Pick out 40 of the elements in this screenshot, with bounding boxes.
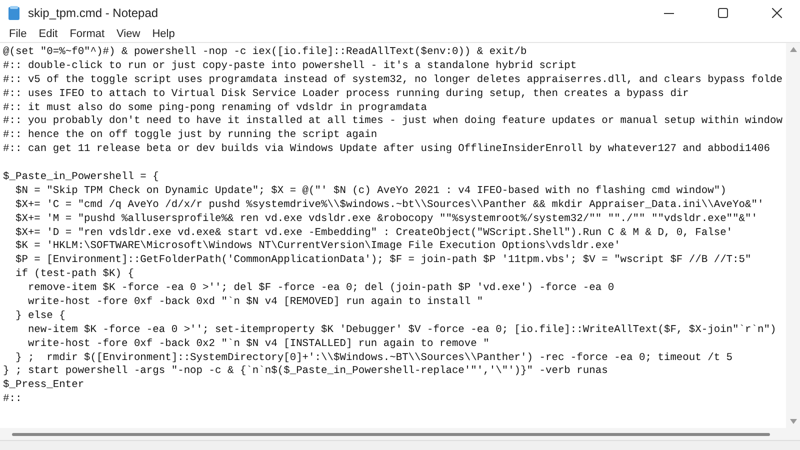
code-line: $X+= 'M = "pushd %allusersprofile%& ren vd.exe vdsldr.exe &robocopy ""%systemroot%/system32/"" ""./"" ""vdsldr.exe""&"' [14, 212, 758, 227]
menu-item[interactable]: Edit [34, 28, 63, 40]
menu-item[interactable]: Help [147, 28, 180, 40]
menu-item[interactable]: View [112, 28, 146, 40]
code-line: $N = "Skip TPM Check on Dynamic Update"; $X = @("' $N (c) AveYo 2021 : v4 IFEO-based with no flashing cmd window") [14, 184, 728, 199]
code-line: #:: you probably don't need to have it installed at all times - just when doing feature updates or manual setup within window [3, 115, 784, 130]
code-line: #:: v5 of the toggle script uses programdata instead of system32, no longer deletes appraiserres.dll, and clears bypass folde [3, 74, 784, 88]
notepad-icon [8, 6, 20, 20]
code-line: @(set "0=%~f0"^)#) & powershell -nop -c iex([io.file]::ReadAllText($env:0)) & exit/b [3, 46, 528, 60]
code-line: #:: [3, 393, 23, 408]
code-line: #:: can get 11 release beta or dev builds via Windows Update after using OfflineInsiderEnroll by whatever127 and abbodi1406 [3, 143, 771, 158]
code-line: #:: double-click to run or just copy-paste into powershell - it's a standalone hybrid script [3, 60, 578, 74]
code-line: } else { [14, 310, 66, 324]
code-line: #:: it must also do some ping-pong renaming of vdsldr in programdata [3, 102, 428, 116]
code-line: } ; start powershell -args "-nop -c & {`n`n$($_Paste_in_Powershell-replace'"','\"')}" -verb runas [3, 365, 609, 380]
minimize-icon [664, 12, 674, 14]
close-icon [772, 8, 782, 18]
code-line: $P = [Environment]::GetFolderPath('CommonApplicationData'); $F = join-path $P '11tpm.vbs'; $V = "wscript $F //B //T:5" [14, 254, 752, 268]
code-line: $K = 'HKLM:\SOFTWARE\Microsoft\Windows NT\CurrentVersion\Image File Execution Options\vdsldr.exe' [14, 240, 622, 254]
code-line: remove-item $K -force -ea 0 >''; del $F -force -ea 0; del (join-path $P 'vd.exe') -force -ea 0 [26, 282, 616, 296]
code-line: } ; rmdir $([Environment]::SystemDirectory[0]+':\\$Windows.~BT\\Sources\\Panther') -rec -force -ea 0; timeout /t 5 [14, 352, 734, 366]
code-line: write-host -fore 0xf -back 0x2 "`n $N v4 [INSTALLED] run again to remove " [26, 338, 490, 352]
window-title: skip_tpm.cmd - Notepad [28, 6, 160, 20]
code-line: $X+= 'C = "cmd /q AveYo /d/x/r pushd %systemdrive%\\$windows.~bt\\Sources\\Panther && mkdir Appraiser_Data.ini\\AveYo&"' [14, 198, 765, 213]
code-line: new-item $K -force -ea 0 >''; set-itemproperty $K 'Debugger' $V -force -ea 0; [io.file]::WriteAllText($F, $X-join"`r`n") [26, 324, 778, 338]
code-line: if (test-path $K) { [14, 268, 135, 282]
code-line: #:: hence the on off toggle just by running the script again [3, 129, 378, 144]
scroll-down-icon [790, 419, 796, 424]
code-line: $_Paste_in_Powershell = { [3, 171, 160, 185]
horizontal-scrollbar[interactable] [0, 428, 800, 440]
vertical-scrollbar[interactable] [786, 43, 800, 428]
scrollbar-thumb[interactable] [12, 432, 770, 436]
code-line: write-host -fore 0xf -back 0xd "`n $N v4 [REMOVED] run again to install " [26, 296, 484, 310]
menu-item[interactable]: File [4, 28, 32, 40]
code-line: $X+= 'D = "ren vdsldr.exe vd.exe& start vd.exe -Embedding" : CreateObject("WScript.Shell").Run C & M & D, 0, False' [14, 226, 734, 240]
maximize-icon [718, 8, 728, 18]
code-line: $_Press_Enter [3, 379, 86, 394]
scroll-up-icon [790, 47, 796, 52]
menu-item[interactable]: Format [64, 28, 110, 40]
code-line: #:: uses IFEO to attach to Virtual Disk Service Loader process running during setup, then creates a bypass dir [3, 88, 690, 102]
